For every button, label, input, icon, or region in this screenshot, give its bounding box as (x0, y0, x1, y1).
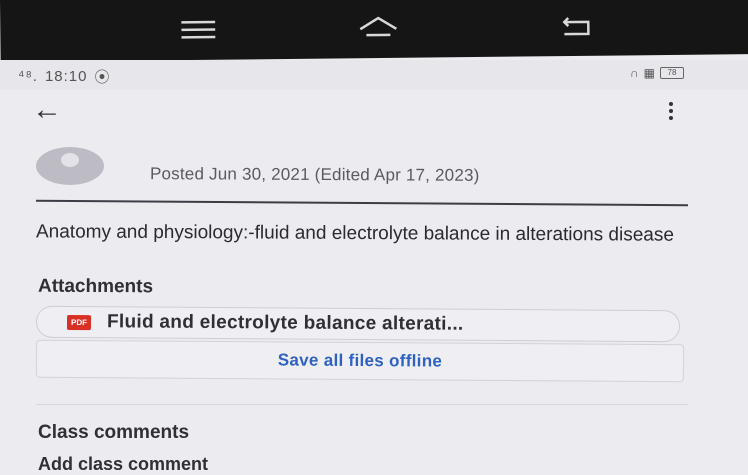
more-vert-icon[interactable] (663, 98, 679, 124)
back-nav-icon (558, 15, 594, 37)
avatar[interactable] (36, 147, 104, 185)
attachment-chip[interactable]: PDF Fluid and electrolyte balance altera… (36, 306, 680, 342)
avatar-icon (61, 153, 79, 167)
network-indicator: ⁴⁸. (18, 68, 38, 85)
headphones-icon: ∩ (630, 66, 639, 80)
status-time: 18:10 (45, 68, 88, 85)
status-bar: ⁴⁸. 18:10 ⦿ ∩ ▦ 78 (0, 60, 748, 90)
post-title: Anatomy and physiology:-fluid and electr… (36, 222, 676, 245)
back-nav-button[interactable] (546, 6, 606, 47)
save-all-offline-button[interactable]: Save all files offline (36, 340, 684, 383)
attachment-name: Fluid and electrolyte balance alterati..… (107, 311, 464, 335)
save-all-offline-label: Save all files offline (278, 350, 443, 371)
home-icon (357, 15, 399, 41)
pdf-icon: PDF (67, 314, 91, 329)
system-nav-bar (0, 0, 748, 62)
recent-apps-button[interactable] (168, 10, 228, 51)
home-button[interactable] (348, 8, 408, 49)
back-arrow-icon[interactable]: ← (32, 95, 62, 125)
app-top-bar: ← (0, 92, 748, 136)
comments-divider (36, 404, 688, 405)
posted-date: Posted Jun 30, 2021 (Edited Apr 17, 2023… (150, 164, 480, 186)
status-left: ⁴⁸. 18:10 ⦿ (18, 66, 111, 87)
menu-icon (181, 20, 215, 40)
header-divider (36, 200, 688, 207)
class-comments-heading: Class comments (38, 422, 189, 444)
status-right: ∩ ▦ 78 (630, 66, 684, 80)
data-saver-icon: ⦿ (95, 66, 111, 87)
battery-icon: 78 (660, 67, 684, 79)
signal-icon: ▦ (644, 66, 655, 80)
attachments-heading: Attachments (38, 276, 153, 299)
